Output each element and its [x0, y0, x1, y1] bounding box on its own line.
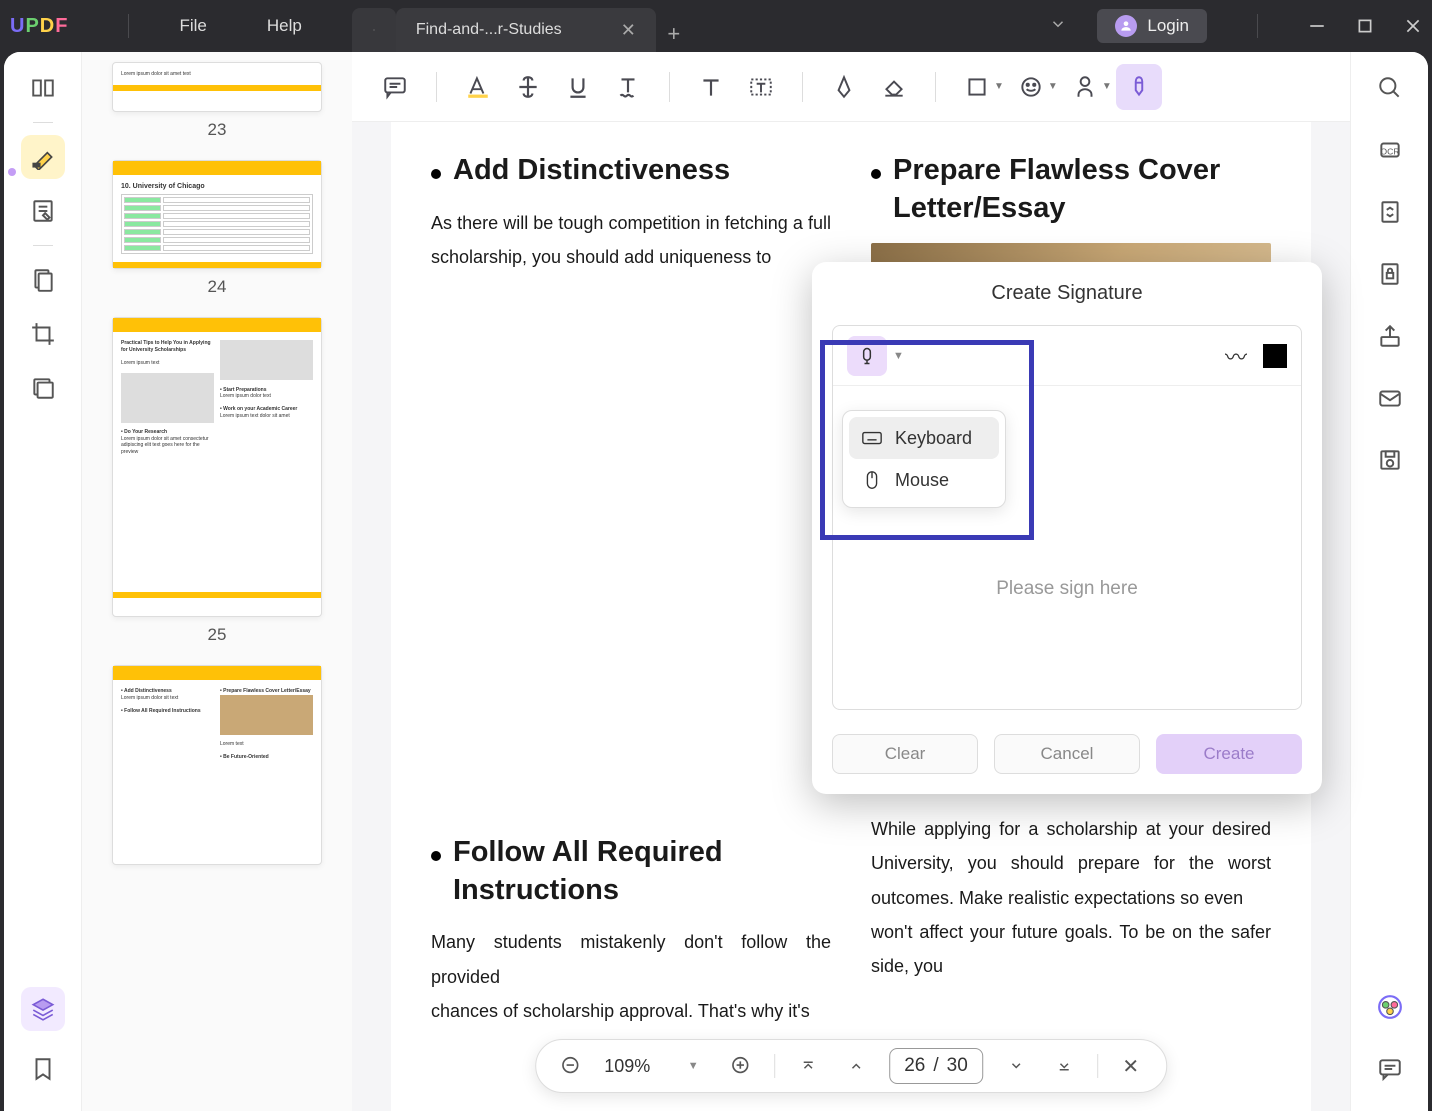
minimize-button[interactable]: [1308, 17, 1326, 35]
protect-button[interactable]: [1368, 252, 1412, 296]
first-page-button[interactable]: [793, 1051, 823, 1081]
body-text: While applying for a scholarship at your…: [871, 812, 1271, 915]
squiggly-tool[interactable]: [605, 64, 651, 110]
login-button[interactable]: Login: [1097, 9, 1207, 43]
clear-button[interactable]: Clear: [832, 734, 978, 774]
highlight-tool[interactable]: [455, 64, 501, 110]
login-label: Login: [1147, 16, 1189, 36]
convert-button[interactable]: [1368, 190, 1412, 234]
next-page-button[interactable]: [1001, 1051, 1031, 1081]
dropdown-item-mouse[interactable]: Mouse: [849, 459, 999, 501]
prev-page-button[interactable]: [841, 1051, 871, 1081]
zoom-out-button[interactable]: [556, 1051, 586, 1081]
body-text: won't affect your future goals. To be on…: [871, 915, 1271, 983]
thumbnail-26[interactable]: • Add DistinctivenessLorem ipsum dolor s…: [112, 665, 322, 865]
input-mode-dropdown: Keyboard Mouse: [842, 410, 1006, 508]
thumbnail-label: 24: [208, 277, 227, 297]
cancel-button[interactable]: Cancel: [994, 734, 1140, 774]
new-tab-button[interactable]: +: [656, 16, 692, 52]
body-text: Many students mistakenly don't follow th…: [431, 925, 831, 993]
comment-tool[interactable]: [372, 64, 418, 110]
input-mode-button[interactable]: [847, 336, 887, 376]
layers-button[interactable]: [21, 987, 65, 1031]
tab-active[interactable]: Find-and-...r-Studies ✕: [396, 8, 656, 52]
dropdown-label: Mouse: [895, 470, 949, 491]
right-rail: OCR: [1350, 52, 1428, 1111]
menu-file[interactable]: File: [179, 16, 206, 36]
signature-tool[interactable]: [1116, 64, 1162, 110]
divider: [128, 14, 129, 38]
tab-close-icon[interactable]: ✕: [621, 20, 636, 41]
last-page-button[interactable]: [1049, 1051, 1079, 1081]
avatar-icon: [1115, 15, 1137, 37]
stroke-style-icon[interactable]: 〰: [1225, 340, 1247, 372]
tab-label: Find-and-...r-Studies: [416, 21, 621, 39]
annotation-toolbar: ▼ ▼ ▼: [352, 52, 1350, 122]
app-logo: UPDF: [10, 15, 68, 38]
dialog-title: Create Signature: [832, 282, 1302, 305]
close-button[interactable]: [1404, 17, 1422, 35]
edit-text-button[interactable]: [21, 189, 65, 233]
mouse-icon: [861, 469, 883, 491]
menu-help[interactable]: Help: [267, 16, 302, 36]
dropdown-icon[interactable]: [1049, 15, 1067, 38]
shape-tool[interactable]: ▼: [954, 64, 1004, 110]
dropdown-item-keyboard[interactable]: Keyboard: [849, 417, 999, 459]
attachment-tool[interactable]: ▼: [1062, 64, 1112, 110]
pages-button[interactable]: [21, 366, 65, 410]
ai-button[interactable]: [1368, 985, 1412, 1029]
close-statusbar-button[interactable]: ✕: [1116, 1051, 1146, 1081]
bookmark-button[interactable]: [21, 1047, 65, 1091]
save-button[interactable]: [1368, 438, 1412, 482]
thumbnail-label: 23: [208, 120, 227, 140]
svg-text:OCR: OCR: [1380, 146, 1399, 156]
thumbnail-label: 25: [208, 625, 227, 645]
zoom-in-button[interactable]: [726, 1051, 756, 1081]
color-swatch[interactable]: [1263, 344, 1287, 368]
textbox-tool[interactable]: [738, 64, 784, 110]
left-rail: [4, 52, 82, 1111]
search-button[interactable]: [1368, 66, 1412, 110]
organize-button[interactable]: [21, 258, 65, 302]
ocr-button[interactable]: OCR: [1368, 128, 1412, 172]
text-tool[interactable]: [688, 64, 734, 110]
zoom-dropdown[interactable]: ▼: [678, 1051, 708, 1081]
maximize-button[interactable]: [1356, 17, 1374, 35]
keyboard-icon: [861, 427, 883, 449]
page-input[interactable]: 26 / 30: [889, 1048, 983, 1084]
signature-placeholder: Please sign here: [996, 578, 1138, 600]
pencil-tool[interactable]: [821, 64, 867, 110]
indicator-dot: [8, 168, 16, 176]
canvas: ▼ ▼ ▼ Add Distinctiveness As there will …: [352, 52, 1350, 1111]
share-button[interactable]: [1368, 314, 1412, 358]
reader-mode-button[interactable]: [21, 66, 65, 110]
underline-tool[interactable]: [555, 64, 601, 110]
create-button[interactable]: Create: [1156, 734, 1302, 774]
eraser-tool[interactable]: [871, 64, 917, 110]
body-text: As there will be tough competition in fe…: [431, 206, 831, 274]
body-text: chances of scholarship approval. That's …: [431, 994, 831, 1028]
dropdown-label: Keyboard: [895, 428, 972, 449]
thumbnail-panel: Lorem ipsum dolor sit amet text 23 10. U…: [82, 52, 352, 1111]
zoom-level: 109%: [604, 1056, 660, 1077]
tab-prev[interactable]: [352, 8, 396, 52]
heading: Prepare Flawless Cover Letter/Essay: [893, 152, 1271, 227]
signature-canvas[interactable]: ▼ 〰 Please sign here: [832, 325, 1302, 710]
chevron-down-icon: [372, 23, 376, 37]
chevron-down-icon[interactable]: ▼: [893, 350, 904, 362]
chat-button[interactable]: [1368, 1047, 1412, 1091]
thumbnail-23[interactable]: Lorem ipsum dolor sit amet text 23: [112, 62, 322, 140]
status-bar: 109% ▼ 26 / 30 ✕: [535, 1039, 1167, 1093]
stamp-tool[interactable]: ▼: [1008, 64, 1058, 110]
email-button[interactable]: [1368, 376, 1412, 420]
crop-button[interactable]: [21, 312, 65, 356]
titlebar: UPDF File Help Find-and-...r-Studies ✕ +…: [0, 0, 1432, 52]
heading: Follow All Required Instructions: [453, 834, 831, 909]
highlight-button[interactable]: [21, 135, 65, 179]
heading: Add Distinctiveness: [453, 152, 730, 190]
create-signature-dialog: Create Signature ▼ 〰 Please sign here: [812, 262, 1322, 794]
strikethrough-tool[interactable]: [505, 64, 551, 110]
thumbnail-24[interactable]: 10. University of Chicago 24: [112, 160, 322, 297]
thumbnail-25[interactable]: Practical Tips to Help You in Applying f…: [112, 317, 322, 645]
